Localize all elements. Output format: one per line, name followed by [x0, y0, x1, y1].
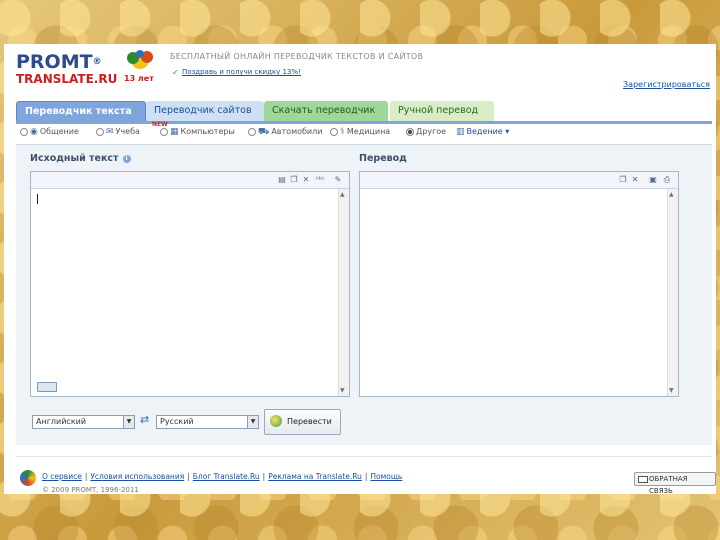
scroll-down-icon[interactable]: ▼ — [669, 387, 674, 394]
source-textbox[interactable]: ▤ ❐ ✕ ᴬᵇᶜ ✎ ▲ ▼ — [30, 171, 350, 397]
car-icon: ⛟ — [258, 127, 270, 137]
source-text-input[interactable] — [35, 192, 335, 376]
scroll-up-icon[interactable]: ▲ — [669, 191, 674, 198]
promt-logo[interactable]: PROMT® TRANSLATE.RU — [16, 52, 117, 86]
tab-manual-translation[interactable]: Ручной перевод — [390, 101, 494, 121]
gift-icon: ✓ — [172, 68, 179, 77]
site-slogan: БЕСПЛАТНЫЙ ОНЛАЙН ПЕРЕВОДЧИК ТЕКСТОВ И С… — [170, 52, 424, 61]
envelope-icon — [638, 476, 648, 483]
clear-icon[interactable]: ✕ — [630, 175, 640, 185]
edit-icon[interactable]: ✎ — [333, 175, 343, 185]
registered-mark: ® — [92, 57, 102, 67]
promo-link[interactable]: Поздравь и получи скидку 13%! — [182, 68, 301, 76]
mail-icon: ✉ — [106, 127, 114, 137]
footer-link-terms[interactable]: Условия использования — [90, 472, 184, 481]
topic-study[interactable]: ✉ Учеба — [96, 127, 140, 137]
tab-text-translator[interactable]: Переводчик текста — [16, 101, 146, 122]
topic-other[interactable]: Другое — [406, 127, 446, 136]
source-label: Исходный текст i — [30, 153, 131, 164]
footer-divider — [16, 456, 712, 457]
paste-icon[interactable]: ▤ — [277, 175, 287, 185]
chevron-down-icon: ▼ — [123, 416, 134, 428]
promt-footer-logo-icon — [20, 470, 36, 486]
tab-strip — [16, 121, 712, 124]
target-toolbar: ❐ ✕ ▣ ⎙ — [360, 172, 678, 189]
logo-site: TRANSLATE.RU — [16, 72, 118, 86]
topic-selector: NEW ◉ Общение ✉ Учеба ▦ Компьютеры ⛟ Автомоб… — [20, 121, 710, 141]
copy-icon[interactable]: ❐ — [289, 175, 299, 185]
feedback-button[interactable]: ОБРАТНАЯ СВЯЗЬ — [634, 472, 716, 494]
more-icon: ▥ — [456, 127, 465, 137]
tab-site-translator[interactable]: Переводчик сайтов — [146, 101, 264, 121]
radio-icon — [248, 127, 256, 136]
clear-icon[interactable]: ✕ — [301, 175, 311, 185]
keyboard-icon[interactable] — [37, 382, 57, 392]
logo-brand: PROMT — [16, 51, 93, 73]
topic-computers[interactable]: ▦ Компьютеры — [160, 127, 235, 137]
medicine-icon: ⚕ — [340, 127, 345, 137]
footer-link-blog[interactable]: Блог Translate.Ru — [193, 472, 260, 481]
main-tabs: Переводчик текста Переводчик сайтов Скач… — [16, 101, 516, 122]
target-label: Перевод — [359, 153, 407, 164]
source-toolbar: ▤ ❐ ✕ ᴬᵇᶜ ✎ — [31, 172, 349, 189]
radio-icon — [96, 127, 104, 136]
footer-links: О сервисе | Условия использования | Блог Tra… — [42, 472, 403, 481]
chat-icon: ◉ — [30, 127, 38, 137]
topic-more[interactable]: ▥ Ведение ▾ — [456, 127, 509, 137]
scroll-down-icon[interactable]: ▼ — [340, 387, 345, 394]
spellcheck-icon[interactable]: ᴬᵇᶜ — [315, 175, 325, 185]
topic-general[interactable]: ◉ Общение — [20, 127, 79, 137]
swap-languages-icon[interactable]: ⇄ — [140, 413, 149, 426]
browser-page: PROMT® TRANSLATE.RU 13 лет БЕСПЛАТНЫЙ ОН… — [4, 44, 716, 494]
footer-link-help[interactable]: Помощь — [370, 472, 402, 481]
translate-icon — [270, 415, 282, 427]
info-icon[interactable]: i — [122, 154, 131, 163]
target-textbox: ❐ ✕ ▣ ⎙ ▲ ▼ — [359, 171, 679, 397]
scroll-up-icon[interactable]: ▲ — [340, 191, 345, 198]
computer-icon: ▦ — [170, 127, 179, 137]
radio-selected-icon — [406, 127, 414, 136]
source-scrollbar[interactable]: ▲ ▼ — [338, 189, 349, 396]
copyright: © 2009 PROMT, 1996-2011 — [42, 486, 139, 494]
footer-link-ads[interactable]: Реклама на Translate.Ru — [268, 472, 362, 481]
topic-medicine[interactable]: ⚕ Медицина — [330, 127, 390, 137]
print-icon[interactable]: ⎙ — [662, 175, 672, 185]
chevron-down-icon: ▼ — [247, 416, 258, 428]
translation-panel: Исходный текст i Перевод ▤ ❐ ✕ ᴬᵇᶜ ✎ ▲ ▼ … — [16, 144, 712, 445]
target-scrollbar[interactable]: ▲ ▼ — [667, 189, 678, 396]
register-link[interactable]: Зарегистрироваться — [623, 80, 710, 89]
target-language-select[interactable]: Русский ▼ — [156, 415, 259, 429]
translate-button[interactable]: Перевести — [264, 409, 341, 435]
save-icon[interactable]: ▣ — [648, 175, 658, 185]
radio-icon — [330, 127, 338, 136]
copy-icon[interactable]: ❐ — [618, 175, 628, 185]
source-language-select[interactable]: Английский ▼ — [32, 415, 135, 429]
radio-icon — [160, 127, 168, 136]
tab-download-translator[interactable]: Скачать переводчик — [264, 101, 388, 121]
radio-icon — [20, 127, 28, 136]
footer-link-about[interactable]: О сервисе — [42, 472, 82, 481]
topic-cars[interactable]: ⛟ Автомобили — [248, 127, 322, 138]
years-badge: 13 лет — [124, 74, 154, 83]
